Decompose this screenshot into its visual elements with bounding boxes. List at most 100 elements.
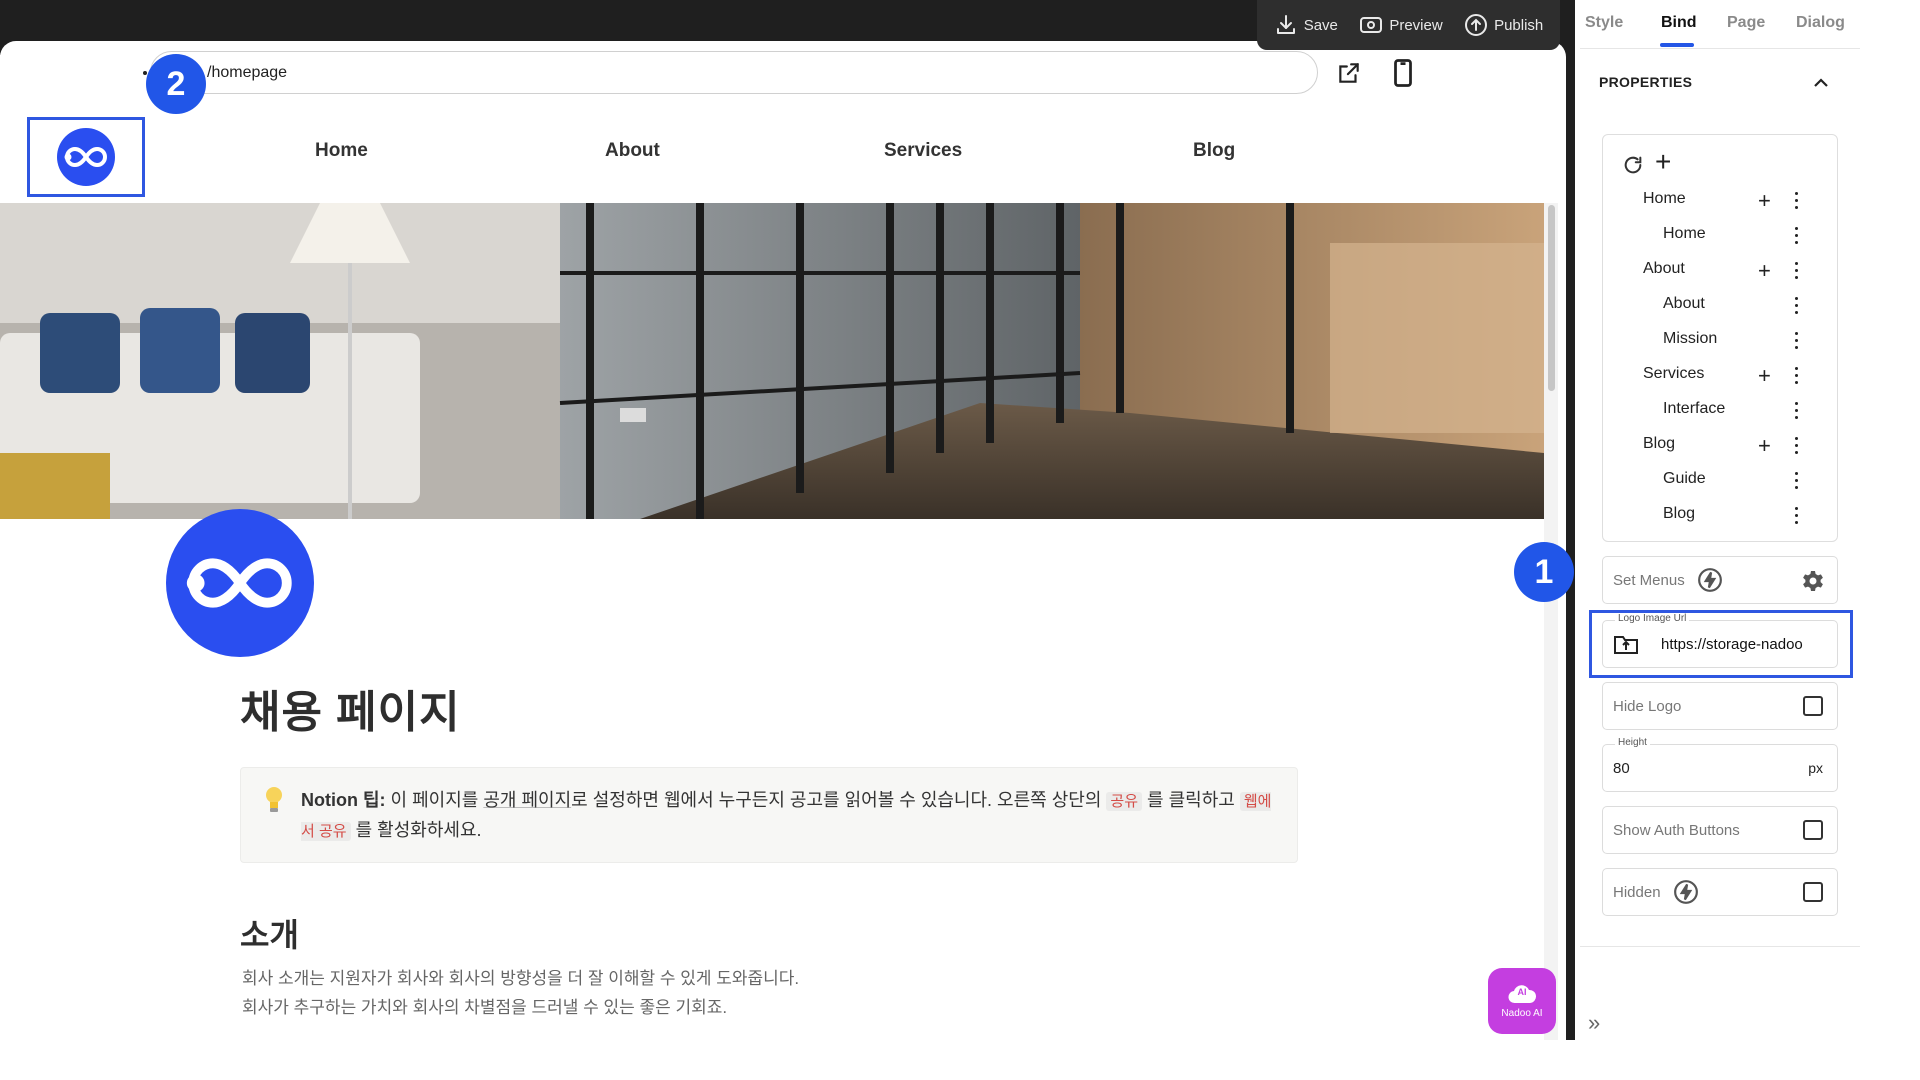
hidden-checkbox[interactable] (1803, 882, 1823, 902)
add-menu-icon[interactable]: + (1655, 148, 1671, 176)
more-options-icon[interactable] (1795, 332, 1799, 353)
office-corridor-image (0, 203, 1544, 519)
eye-icon (1360, 17, 1383, 33)
menu-subitem-mission[interactable]: Mission (1663, 330, 1717, 348)
preview-button[interactable]: Preview (1359, 13, 1443, 37)
menu-item-home[interactable]: Home (1643, 190, 1686, 208)
tab-style[interactable]: Style (1585, 14, 1623, 32)
ai-button-label: Nadoo AI (1501, 1008, 1543, 1019)
tab-page[interactable]: Page (1727, 14, 1765, 32)
set-menus-label: Set Menus (1613, 571, 1685, 589)
set-menus-field: Set Menus (1602, 556, 1838, 604)
active-tab-indicator (1660, 43, 1694, 47)
refresh-icon[interactable] (1622, 154, 1644, 176)
more-options-icon[interactable] (1795, 472, 1799, 493)
more-options-icon[interactable] (1795, 402, 1799, 423)
lightning-bind-icon[interactable] (1697, 567, 1723, 593)
add-submenu-blog-icon[interactable]: + (1758, 435, 1771, 457)
logo-url-value: https://storage-nadoo (1661, 635, 1803, 653)
callout-bold-prefix: Notion 팁: (301, 790, 386, 810)
panel-bottom-divider (1580, 946, 1860, 947)
preview-label: Preview (1389, 16, 1443, 34)
double-chevron-right-icon[interactable]: » (1588, 1010, 1600, 1036)
menu-subitem-interface[interactable]: Interface (1663, 400, 1725, 418)
callout-text-4: 를 활성화하세요. (350, 820, 482, 840)
properties-section-title: PROPERTIES (1599, 74, 1693, 90)
intro-paragraph-1: 회사 소개는 지원자가 회사와 회사의 방향성을 더 잘 이해할 수 있게 도와… (242, 969, 800, 988)
menu-tree-panel (1602, 134, 1838, 542)
more-options-icon[interactable] (1795, 227, 1799, 248)
gear-icon[interactable] (1801, 569, 1825, 593)
height-unit: px (1808, 760, 1823, 776)
save-label: Save (1303, 16, 1338, 34)
height-label: Height (1615, 737, 1650, 748)
mobile-view-icon[interactable] (1392, 58, 1414, 88)
add-submenu-services-icon[interactable]: + (1758, 365, 1771, 387)
menu-subitem-home[interactable]: Home (1663, 225, 1706, 243)
hidden-label: Hidden (1613, 883, 1661, 901)
page-scroll-thumb[interactable] (1548, 205, 1555, 391)
lightning-bind-icon[interactable] (1673, 879, 1699, 905)
upload-folder-icon[interactable] (1613, 633, 1639, 655)
callout-code-share: 공유 (1106, 792, 1143, 811)
section-title: 소개 (240, 917, 299, 953)
nadoo-ai-button[interactable]: AI Nadoo AI (1488, 968, 1556, 1034)
add-submenu-about-icon[interactable]: + (1758, 260, 1771, 282)
download-icon (1276, 15, 1295, 34)
site-logo (57, 128, 115, 186)
callout-link[interactable]: 공개 페이지 (483, 790, 571, 810)
menu-item-blog[interactable]: Blog (1643, 435, 1675, 453)
lightbulb-icon (266, 787, 282, 812)
more-options-icon[interactable] (1795, 192, 1799, 213)
nav-item-home[interactable]: Home (315, 140, 368, 162)
show-auth-label: Show Auth Buttons (1613, 821, 1740, 839)
save-button[interactable]: Save (1274, 13, 1338, 37)
show-auth-checkbox[interactable] (1803, 820, 1823, 840)
url-value: /homepage (207, 63, 288, 81)
hero-image (0, 203, 1544, 519)
notion-tip-callout: Notion 팁: 이 페이지를 공개 페이지로 설정하면 웹에서 누구든지 공… (240, 767, 1298, 863)
hide-logo-label: Hide Logo (1613, 697, 1682, 715)
step-badge-1: 1 (1514, 542, 1574, 602)
page-profile-logo (166, 509, 314, 657)
tab-dialog[interactable]: Dialog (1796, 14, 1845, 32)
hide-logo-checkbox[interactable] (1803, 696, 1823, 716)
upload-circle-icon (1465, 14, 1488, 36)
menu-subitem-guide[interactable]: Guide (1663, 470, 1706, 488)
tab-separator (1580, 48, 1860, 49)
page-title: 채용 페이지 (240, 688, 461, 737)
height-field[interactable]: Height 80 px (1602, 737, 1838, 792)
infinity-logo-icon (186, 558, 292, 608)
step-badge-2: 2 (146, 54, 206, 114)
menu-subitem-blog[interactable]: Blog (1663, 505, 1695, 523)
hidden-field[interactable]: Hidden (1602, 868, 1838, 916)
tab-bind[interactable]: Bind (1661, 14, 1697, 32)
ai-icon-text: AI (1517, 987, 1527, 997)
open-external-icon[interactable] (1336, 60, 1362, 86)
publish-button[interactable]: Publish (1464, 13, 1543, 37)
hide-logo-field[interactable]: Hide Logo (1602, 682, 1838, 730)
more-options-icon[interactable] (1795, 297, 1799, 318)
callout-text-1: 이 페이지를 (385, 790, 484, 810)
nav-item-services[interactable]: Services (884, 140, 962, 162)
intro-paragraph-2: 회사가 추구하는 가치와 회사의 차별점을 드러낼 수 있는 좋은 기회죠. (242, 998, 728, 1017)
show-auth-buttons-field[interactable]: Show Auth Buttons (1602, 806, 1838, 854)
more-options-icon[interactable] (1795, 437, 1799, 458)
more-options-icon[interactable] (1795, 507, 1799, 528)
logo-url-label: Logo Image Url (1615, 613, 1690, 624)
site-logo-highlight[interactable] (27, 117, 145, 197)
more-options-icon[interactable] (1795, 262, 1799, 283)
callout-text-2: 로 설정하면 웹에서 누구든지 공고를 읽어볼 수 있습니다. 오른쪽 상단의 (571, 790, 1107, 810)
editor-toolbar: Save Preview Publish (1257, 0, 1560, 50)
logo-image-url-field[interactable]: Logo Image Url https://storage-nadoo (1602, 613, 1838, 668)
add-submenu-home-icon[interactable]: + (1758, 190, 1771, 212)
url-input[interactable]: /homepage (150, 51, 1318, 94)
nav-item-blog[interactable]: Blog (1193, 140, 1235, 162)
menu-subitem-about[interactable]: About (1663, 295, 1705, 313)
nav-item-about[interactable]: About (605, 140, 660, 162)
height-value: 80 (1613, 759, 1630, 777)
menu-item-about[interactable]: About (1643, 260, 1685, 278)
chevron-up-icon[interactable] (1813, 76, 1829, 88)
menu-item-services[interactable]: Services (1643, 365, 1704, 383)
more-options-icon[interactable] (1795, 367, 1799, 388)
